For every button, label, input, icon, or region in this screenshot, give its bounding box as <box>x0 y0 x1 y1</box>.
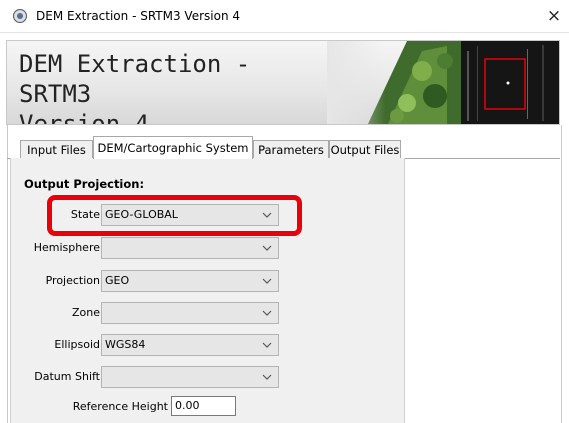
output-projection-heading: Output Projection: <box>24 177 145 191</box>
zone-label: Zone <box>71 306 100 319</box>
window-titlebar: DEM Extraction - SRTM3 Version 4 × <box>0 0 569 33</box>
ellipsoid-label: Ellipsoid <box>54 338 100 351</box>
datum-shift-label: Datum Shift <box>34 370 100 383</box>
ellipsoid-select[interactable]: WGS84 <box>101 334 279 356</box>
tab-parameters[interactable]: Parameters <box>253 140 329 158</box>
banner-title: DEM Extraction - SRTM3 Version 4 <box>19 50 251 125</box>
chevron-down-icon <box>262 310 272 316</box>
close-button[interactable]: × <box>542 5 566 27</box>
hemisphere-select[interactable] <box>101 237 279 259</box>
projection-label: Projection <box>45 274 100 287</box>
hemisphere-label: Hemisphere <box>33 241 100 254</box>
window-title: DEM Extraction - SRTM3 Version 4 <box>36 9 240 23</box>
header-banner: DEM Extraction - SRTM3 Version 4 <box>6 40 560 125</box>
reference-height-input[interactable]: 0.00 <box>171 396 236 416</box>
tab-output-files[interactable]: Output Files <box>329 140 401 158</box>
satellite-image-icon <box>327 41 559 124</box>
projection-value: GEO <box>105 274 130 287</box>
ellipsoid-value: WGS84 <box>105 338 146 351</box>
chevron-down-icon <box>262 374 272 380</box>
chevron-down-icon <box>262 342 272 348</box>
globe-icon <box>13 9 27 23</box>
reference-height-label: Reference Height <box>72 400 168 413</box>
zone-select[interactable] <box>101 302 279 324</box>
tab-dem-cartographic-system[interactable]: DEM/Cartographic System <box>93 136 253 159</box>
chevron-down-icon <box>262 245 272 251</box>
tab-input-files[interactable]: Input Files <box>20 140 93 158</box>
projection-select[interactable]: GEO <box>101 270 279 292</box>
chevron-down-icon <box>262 278 272 284</box>
datum-shift-select[interactable] <box>101 366 279 388</box>
state-highlight-box <box>47 195 302 236</box>
tab-bar: Input Files DEM/Cartographic System Para… <box>7 136 560 159</box>
